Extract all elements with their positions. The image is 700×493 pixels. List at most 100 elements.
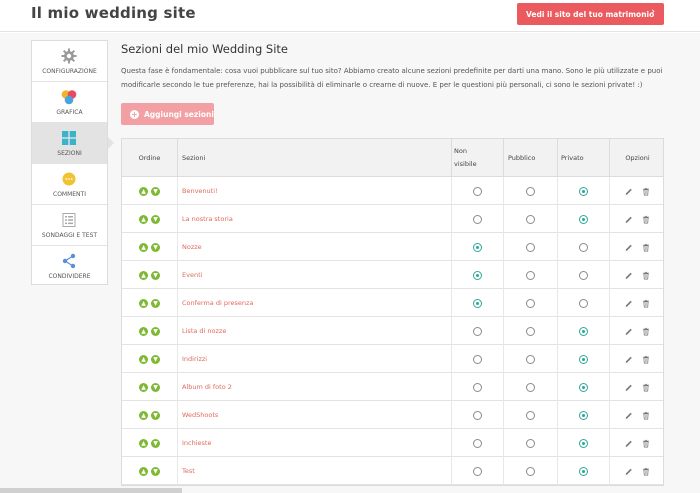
section-link[interactable]: Indirizzi [182, 355, 207, 363]
trash-icon[interactable] [642, 327, 650, 336]
move-up-icon[interactable]: ▲ [139, 354, 148, 364]
section-link[interactable]: La nostra storia [182, 215, 233, 223]
move-down-icon[interactable]: ▼ [151, 214, 160, 224]
section-link[interactable]: Inchieste [182, 439, 211, 447]
move-up-icon[interactable]: ▲ [139, 382, 148, 392]
sidebar-item-sezioni[interactable]: SEZIONI [32, 123, 114, 164]
add-sections-button[interactable]: + Aggiungi sezioni [121, 103, 214, 125]
radio-non-visibile[interactable] [473, 270, 482, 280]
edit-icon[interactable] [625, 411, 633, 420]
radio-non-visibile[interactable] [473, 382, 482, 392]
trash-icon[interactable] [642, 215, 650, 224]
move-down-icon[interactable]: ▼ [151, 242, 160, 252]
section-link[interactable]: Nozze [182, 243, 202, 251]
radio-privato[interactable] [579, 354, 588, 364]
edit-icon[interactable] [625, 299, 633, 308]
trash-icon[interactable] [642, 271, 650, 280]
move-down-icon[interactable]: ▼ [151, 270, 160, 280]
move-down-icon[interactable]: ▼ [151, 186, 160, 196]
section-link[interactable]: Lista di nozze [182, 327, 226, 335]
radio-pubblico[interactable] [526, 298, 535, 308]
radio-pubblico[interactable] [526, 354, 535, 364]
radio-privato[interactable] [579, 438, 588, 448]
trash-icon[interactable] [642, 467, 650, 476]
radio-privato[interactable] [579, 382, 588, 392]
radio-non-visibile[interactable] [473, 214, 482, 224]
radio-privato[interactable] [579, 186, 588, 196]
edit-icon[interactable] [625, 383, 633, 392]
trash-icon[interactable] [642, 383, 650, 392]
radio-privato[interactable] [579, 242, 588, 252]
radio-pubblico[interactable] [526, 270, 535, 280]
section-link[interactable]: Eventi [182, 271, 202, 279]
trash-icon[interactable] [642, 243, 650, 252]
visibility-cell [558, 317, 610, 345]
sidebar-item-commenti[interactable]: COMMENTI [32, 164, 107, 205]
radio-privato[interactable] [579, 270, 588, 280]
radio-pubblico[interactable] [526, 438, 535, 448]
edit-icon[interactable] [625, 243, 633, 252]
move-up-icon[interactable]: ▲ [139, 326, 148, 336]
sidebar-item-condividere[interactable]: CONDIVIDERE [32, 246, 107, 287]
move-up-icon[interactable]: ▲ [139, 242, 148, 252]
move-down-icon[interactable]: ▼ [151, 438, 160, 448]
move-down-icon[interactable]: ▼ [151, 382, 160, 392]
section-link[interactable]: Album di foto 2 [182, 383, 232, 391]
move-up-icon[interactable]: ▲ [139, 298, 148, 308]
trash-icon[interactable] [642, 355, 650, 364]
radio-pubblico[interactable] [526, 242, 535, 252]
edit-icon[interactable] [625, 271, 633, 280]
move-up-icon[interactable]: ▲ [139, 186, 148, 196]
edit-icon[interactable] [625, 327, 633, 336]
section-link[interactable]: Test [182, 467, 195, 475]
sidebar-item-sondaggi-e-test[interactable]: SONDAGGI E TEST [32, 205, 107, 246]
edit-icon[interactable] [625, 467, 633, 476]
radio-non-visibile[interactable] [473, 186, 482, 196]
radio-non-visibile[interactable] [473, 242, 482, 252]
radio-non-visibile[interactable] [473, 410, 482, 420]
radio-non-visibile[interactable] [473, 466, 482, 476]
trash-icon[interactable] [642, 187, 650, 196]
view-wedding-site-button[interactable]: Vedi il sito del tuo matrimonio › [517, 3, 664, 25]
order-controls: ▲ ▼ [139, 270, 160, 280]
radio-privato[interactable] [579, 214, 588, 224]
move-up-icon[interactable]: ▲ [139, 270, 148, 280]
radio-pubblico[interactable] [526, 410, 535, 420]
radio-privato[interactable] [579, 410, 588, 420]
section-link[interactable]: Conferma di presenza [182, 299, 253, 307]
radio-non-visibile[interactable] [473, 298, 482, 308]
move-down-icon[interactable]: ▼ [151, 410, 160, 420]
edit-icon[interactable] [625, 355, 633, 364]
radio-privato[interactable] [579, 298, 588, 308]
move-up-icon[interactable]: ▲ [139, 466, 148, 476]
edit-icon[interactable] [625, 215, 633, 224]
trash-icon[interactable] [642, 411, 650, 420]
move-down-icon[interactable]: ▼ [151, 326, 160, 336]
move-down-icon[interactable]: ▼ [151, 298, 160, 308]
sidebar-item-grafica[interactable]: GRAFICA [32, 82, 107, 123]
section-link[interactable]: Benvenuti! [182, 187, 218, 195]
trash-icon[interactable] [642, 299, 650, 308]
radio-pubblico[interactable] [526, 214, 535, 224]
table-row: ▲ ▼ Inchieste [122, 429, 663, 457]
radio-non-visibile[interactable] [473, 326, 482, 336]
move-down-icon[interactable]: ▼ [151, 354, 160, 364]
radio-privato[interactable] [579, 326, 588, 336]
move-down-icon[interactable]: ▼ [151, 466, 160, 476]
edit-icon[interactable] [625, 187, 633, 196]
radio-pubblico[interactable] [526, 466, 535, 476]
radio-privato[interactable] [579, 466, 588, 476]
trash-icon[interactable] [642, 439, 650, 448]
radio-non-visibile[interactable] [473, 354, 482, 364]
radio-pubblico[interactable] [526, 186, 535, 196]
radio-non-visibile[interactable] [473, 438, 482, 448]
horizontal-scrollbar[interactable] [0, 488, 182, 493]
radio-pubblico[interactable] [526, 382, 535, 392]
move-up-icon[interactable]: ▲ [139, 214, 148, 224]
move-up-icon[interactable]: ▲ [139, 438, 148, 448]
edit-icon[interactable] [625, 439, 633, 448]
section-link[interactable]: WedShoots [182, 411, 218, 419]
move-up-icon[interactable]: ▲ [139, 410, 148, 420]
sidebar-item-configurazione[interactable]: CONFIGURAZIONE [32, 41, 107, 82]
radio-pubblico[interactable] [526, 326, 535, 336]
